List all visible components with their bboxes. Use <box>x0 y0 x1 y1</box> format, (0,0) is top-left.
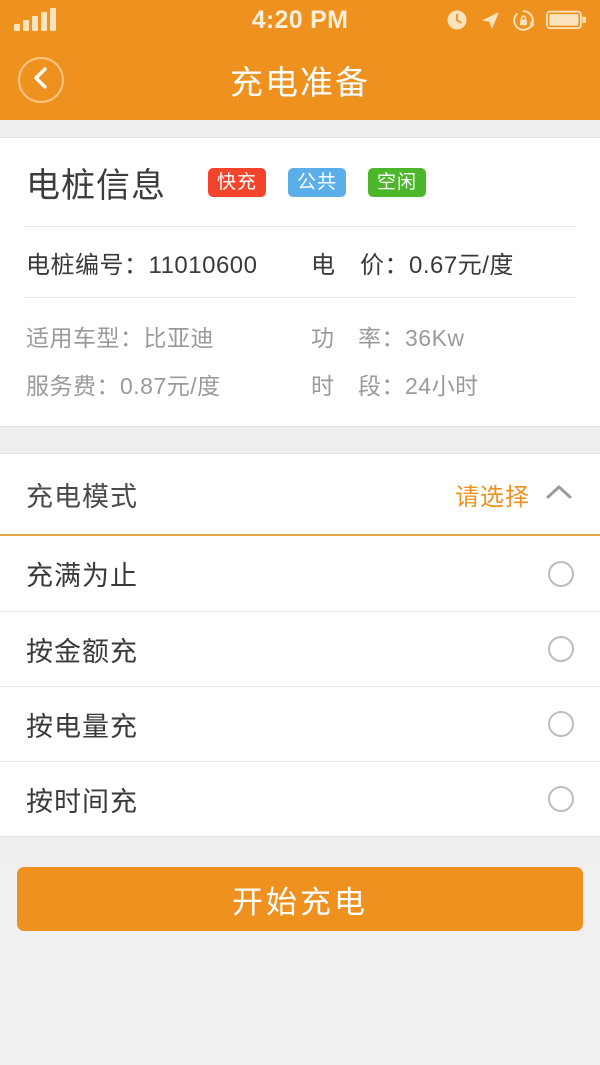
app-screen: 4:20 PM 充电准备 电桩信息 快充 公共 空闲 电桩编号：11010600… <box>0 0 600 1065</box>
rotation-lock-icon <box>512 9 535 32</box>
section-gap-top <box>0 120 600 138</box>
info-row-service-fee: 服务费：0.87元/度 时 段：24小时 <box>0 360 600 408</box>
page-title: 充电准备 <box>230 64 370 101</box>
status-badge-idle: 空闲 <box>368 167 427 197</box>
signal-bars-icon <box>14 8 56 31</box>
option-label: 按电量充 <box>26 711 138 742</box>
info-rows-secondary: 适用车型：比亚迪 功 率：36Kw 服务费：0.87元/度 时 段：24小时 <box>0 298 600 426</box>
start-charging-button[interactable]: 开始充电 <box>17 867 583 931</box>
charge-mode-option-energy[interactable]: 按电量充 <box>0 686 600 761</box>
pile-info-header: 电桩信息 快充 公共 空闲 <box>0 138 600 226</box>
status-badge-fast-charge: 快充 <box>208 167 267 197</box>
info-row-primary: 电桩编号：11010600 电 价：0.67元/度 <box>0 227 600 297</box>
radio-button[interactable] <box>548 711 574 737</box>
option-label: 充满为止 <box>26 561 138 591</box>
battery-icon <box>546 10 586 30</box>
charge-mode-label: 充电模式 <box>26 481 138 512</box>
electricity-price-value: 电 价：0.67元/度 <box>311 251 514 279</box>
tag-group: 快充 公共 空闲 <box>208 167 427 197</box>
info-row-vehicle: 适用车型：比亚迪 功 率：36Kw <box>0 312 600 360</box>
time-range-value: 时 段：24小时 <box>311 373 479 399</box>
power-value: 功 率：36Kw <box>311 325 465 351</box>
radio-button[interactable] <box>548 560 574 587</box>
charge-mode-selector[interactable]: 请选择 <box>455 477 574 512</box>
charge-mode-option-amount[interactable]: 按金额充 <box>0 611 600 686</box>
back-button[interactable] <box>18 57 64 103</box>
radio-button[interactable] <box>548 636 574 662</box>
charge-mode-section: 充电模式 请选择 充满为止 按金额充 按电量充 按时间充 <box>0 454 600 836</box>
action-area: 开始充电 <box>0 867 600 931</box>
option-label: 按金额充 <box>26 636 138 667</box>
location-arrow-icon <box>479 9 501 31</box>
charge-mode-header[interactable]: 充电模式 请选择 <box>0 454 600 536</box>
chevron-left-icon <box>29 65 53 96</box>
chevron-up-icon[interactable] <box>544 482 574 507</box>
nav-bar: 充电准备 <box>0 40 600 120</box>
alarm-clock-icon <box>446 9 468 31</box>
pile-number-value: 电桩编号：11010600 <box>26 251 258 279</box>
radio-button[interactable] <box>548 786 574 812</box>
option-label: 按时间充 <box>26 786 138 817</box>
status-bar: 4:20 PM <box>0 0 600 40</box>
section-gap-bottom <box>0 836 600 867</box>
service-fee-value: 服务费：0.87元/度 <box>26 373 221 399</box>
status-badge-public: 公共 <box>288 167 347 197</box>
page-bottom-space <box>0 931 600 1051</box>
pile-info-title: 电桩信息 <box>26 166 166 205</box>
status-bar-icons <box>446 9 586 32</box>
vehicle-model-value: 适用车型：比亚迪 <box>26 325 214 351</box>
section-gap-middle <box>0 426 600 454</box>
charge-mode-option-full[interactable]: 充满为止 <box>0 536 600 611</box>
pile-info-card: 电桩信息 快充 公共 空闲 电桩编号：11010600 电 价：0.67元/度 … <box>0 138 600 426</box>
charge-mode-value: 请选择 <box>455 483 530 511</box>
charge-mode-option-time[interactable]: 按时间充 <box>0 761 600 836</box>
